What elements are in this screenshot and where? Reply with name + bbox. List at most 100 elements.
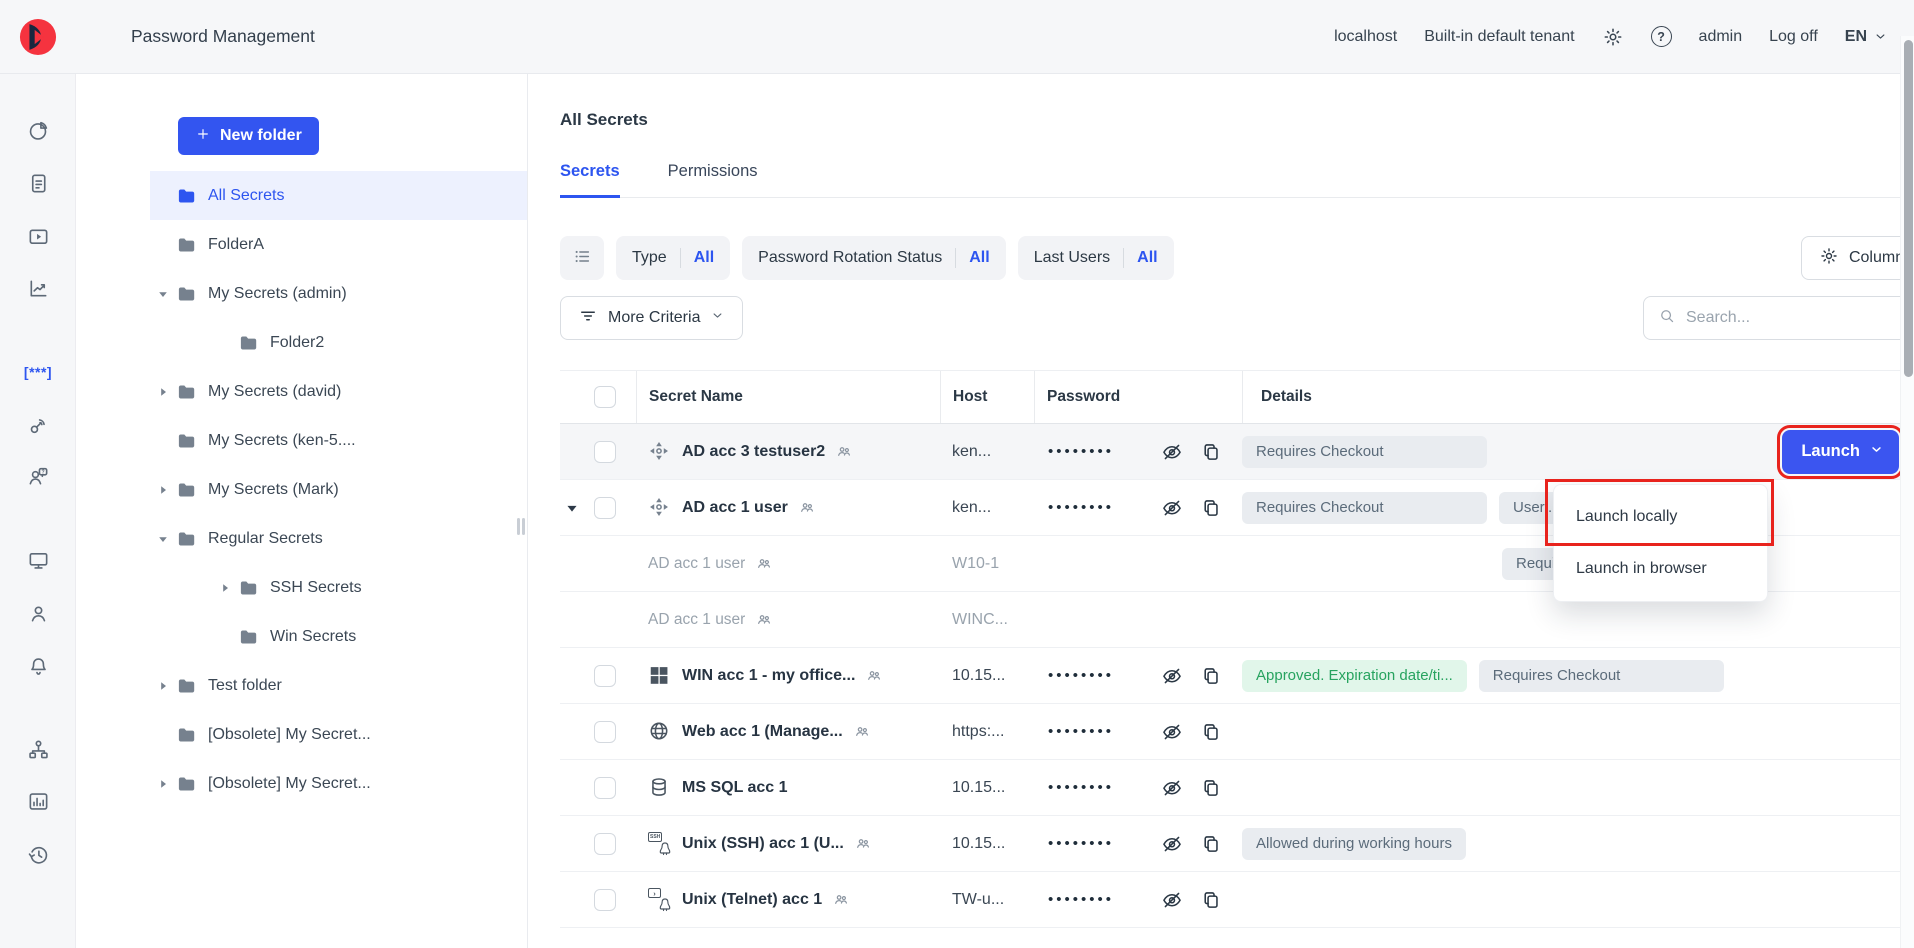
copy-password-icon[interactable] xyxy=(1200,777,1222,799)
filter-rotation-status[interactable]: Password Rotation StatusAll xyxy=(742,236,1006,280)
search-input[interactable] xyxy=(1686,309,1900,327)
caret-right-icon[interactable] xyxy=(150,681,176,691)
copy-password-icon[interactable] xyxy=(1200,833,1222,855)
caret-right-icon[interactable] xyxy=(212,583,238,593)
folder-label: [Obsolete] My Secret... xyxy=(208,726,371,744)
sidebar-folder-item[interactable]: Test folder xyxy=(150,661,527,710)
folder-label: My Secrets (Mark) xyxy=(208,481,339,499)
row-checkbox[interactable] xyxy=(594,665,616,687)
sidebar-folder-item[interactable]: [Obsolete] My Secret... xyxy=(150,710,527,759)
details-cell: Requires Checkout xyxy=(1242,436,1747,468)
column-header-password: Password xyxy=(1034,371,1242,423)
sidebar-folder-item[interactable]: [Obsolete] My Secret... xyxy=(150,759,527,808)
sidebar-folder-item[interactable]: SSH Secrets xyxy=(212,563,527,612)
caret-right-icon[interactable] xyxy=(150,485,176,495)
row-checkbox[interactable] xyxy=(594,833,616,855)
help-icon[interactable]: ? xyxy=(1651,26,1672,47)
app-title: Password Management xyxy=(131,26,315,47)
table-row[interactable]: ›Unix (Telnet) acc 1TW-u...•••••••• xyxy=(560,872,1914,928)
filter-last-users[interactable]: Last UsersAll xyxy=(1018,236,1174,280)
sidebar-folder-item[interactable]: All Secrets xyxy=(150,171,527,220)
more-criteria-button[interactable]: More Criteria xyxy=(560,296,743,340)
rail-history-history-icon[interactable] xyxy=(24,840,52,868)
tab-secrets[interactable]: Secrets xyxy=(560,162,620,198)
sidebar-folder-item[interactable]: My Secrets (Mark) xyxy=(150,465,527,514)
list-view-button[interactable] xyxy=(560,236,604,280)
table-row[interactable]: MS SQL acc 110.15...•••••••• xyxy=(560,760,1914,816)
tab-permissions[interactable]: Permissions xyxy=(668,162,758,197)
sidebar-folder-item[interactable]: Regular Secrets xyxy=(150,514,527,563)
caret-down-icon[interactable] xyxy=(566,502,578,514)
rail-documents-document-icon[interactable] xyxy=(24,169,52,197)
copy-password-icon[interactable] xyxy=(1200,497,1222,519)
menu-item-launch-in-browser[interactable]: Launch in browser xyxy=(1554,543,1767,595)
sidebar-folder-item[interactable]: Win Secrets xyxy=(212,612,527,661)
password-cell: •••••••• xyxy=(1034,441,1242,463)
host-cell: 10.15... xyxy=(940,779,1034,797)
copy-password-icon[interactable] xyxy=(1200,889,1222,911)
rail-passwords-password-brackets-icon[interactable]: [***] xyxy=(24,358,52,386)
rail-notifications-bell-icon[interactable] xyxy=(24,652,52,680)
host-value: ken... xyxy=(940,443,991,460)
copy-password-icon[interactable] xyxy=(1200,441,1222,463)
current-user[interactable]: admin xyxy=(1699,28,1743,46)
row-checkbox[interactable] xyxy=(594,721,616,743)
rail-sessions-monitor-icon[interactable] xyxy=(24,546,52,574)
menu-item-launch-locally[interactable]: Launch locally xyxy=(1554,491,1767,543)
ad-icon xyxy=(648,440,671,463)
sidebar-folder-item[interactable]: My Secrets (ken-5.... xyxy=(150,416,527,465)
settings-gear-icon[interactable] xyxy=(1602,26,1624,48)
row-checkbox[interactable] xyxy=(594,777,616,799)
table-row[interactable]: WIN acc 1 - my office...10.15...••••••••… xyxy=(560,648,1914,704)
secret-name-cell: MS SQL acc 1 xyxy=(636,776,940,799)
row-checkbox[interactable] xyxy=(594,889,616,911)
rail-topology-sitemap-icon[interactable] xyxy=(24,735,52,763)
table-row[interactable]: AD acc 3 testuser2ken... ••••••••Requires… xyxy=(560,424,1914,480)
launch-button[interactable]: Launch xyxy=(1782,430,1899,474)
rail-user-requests-user-question-icon[interactable]: ? xyxy=(24,462,52,490)
rail-reports-report-chart-icon[interactable] xyxy=(24,787,52,815)
sidebar-folder-item[interactable]: My Secrets (admin) xyxy=(150,269,527,318)
page-scrollbar[interactable] xyxy=(1900,36,1914,948)
sidebar-resize-handle[interactable] xyxy=(517,518,525,535)
sidebar-folder-item[interactable]: FolderA xyxy=(150,220,527,269)
caret-down-icon[interactable] xyxy=(150,289,176,299)
caret-down-icon[interactable] xyxy=(150,534,176,544)
scrollbar-thumb[interactable] xyxy=(1904,40,1913,377)
rail-dashboard-pie-chart-icon[interactable] xyxy=(24,116,52,144)
caret-right-icon[interactable] xyxy=(150,779,176,789)
reveal-password-icon[interactable] xyxy=(1161,497,1183,519)
reveal-password-icon[interactable] xyxy=(1161,721,1183,743)
reveal-password-icon[interactable] xyxy=(1161,777,1183,799)
sidebar-folder-item[interactable]: Folder2 xyxy=(212,318,527,367)
columns-display-button[interactable]: Columns Display xyxy=(1801,236,1914,280)
rail-tutorials-video-icon[interactable] xyxy=(24,222,52,250)
logoff-link[interactable]: Log off xyxy=(1769,28,1818,46)
host-value: 10.15... xyxy=(940,835,1005,852)
rail-keys-key-icon[interactable] xyxy=(24,411,52,439)
reveal-password-icon[interactable] xyxy=(1161,441,1183,463)
rail-activity-activity-chart-icon[interactable] xyxy=(24,274,52,302)
reveal-password-icon[interactable] xyxy=(1161,665,1183,687)
table-row[interactable]: SSHUnix (SSH) acc 1 (U...10.15...•••••••… xyxy=(560,816,1914,872)
folder-icon xyxy=(176,675,197,696)
copy-password-icon[interactable] xyxy=(1200,665,1222,687)
copy-password-icon[interactable] xyxy=(1200,721,1222,743)
language-selector[interactable]: EN xyxy=(1845,28,1888,46)
select-all-checkbox[interactable] xyxy=(594,386,616,408)
row-checkbox[interactable] xyxy=(594,441,616,463)
reveal-password-icon[interactable] xyxy=(1161,889,1183,911)
list-icon xyxy=(572,246,593,270)
table-row[interactable]: Web acc 1 (Manage...https:...•••••••• xyxy=(560,704,1914,760)
reveal-password-icon[interactable] xyxy=(1161,833,1183,855)
shared-users-icon xyxy=(866,667,883,684)
new-folder-button[interactable]: New folder xyxy=(178,117,319,155)
table-header: Secret Name Host Password Details xyxy=(560,370,1914,424)
row-checkbox[interactable] xyxy=(594,497,616,519)
app-logo[interactable] xyxy=(0,18,76,56)
secret-name-cell: AD acc 3 testuser2 xyxy=(636,440,940,463)
sidebar-folder-item[interactable]: My Secrets (david) xyxy=(150,367,527,416)
caret-right-icon[interactable] xyxy=(150,387,176,397)
rail-users-user-icon[interactable] xyxy=(24,599,52,627)
filter-type[interactable]: TypeAll xyxy=(616,236,730,280)
